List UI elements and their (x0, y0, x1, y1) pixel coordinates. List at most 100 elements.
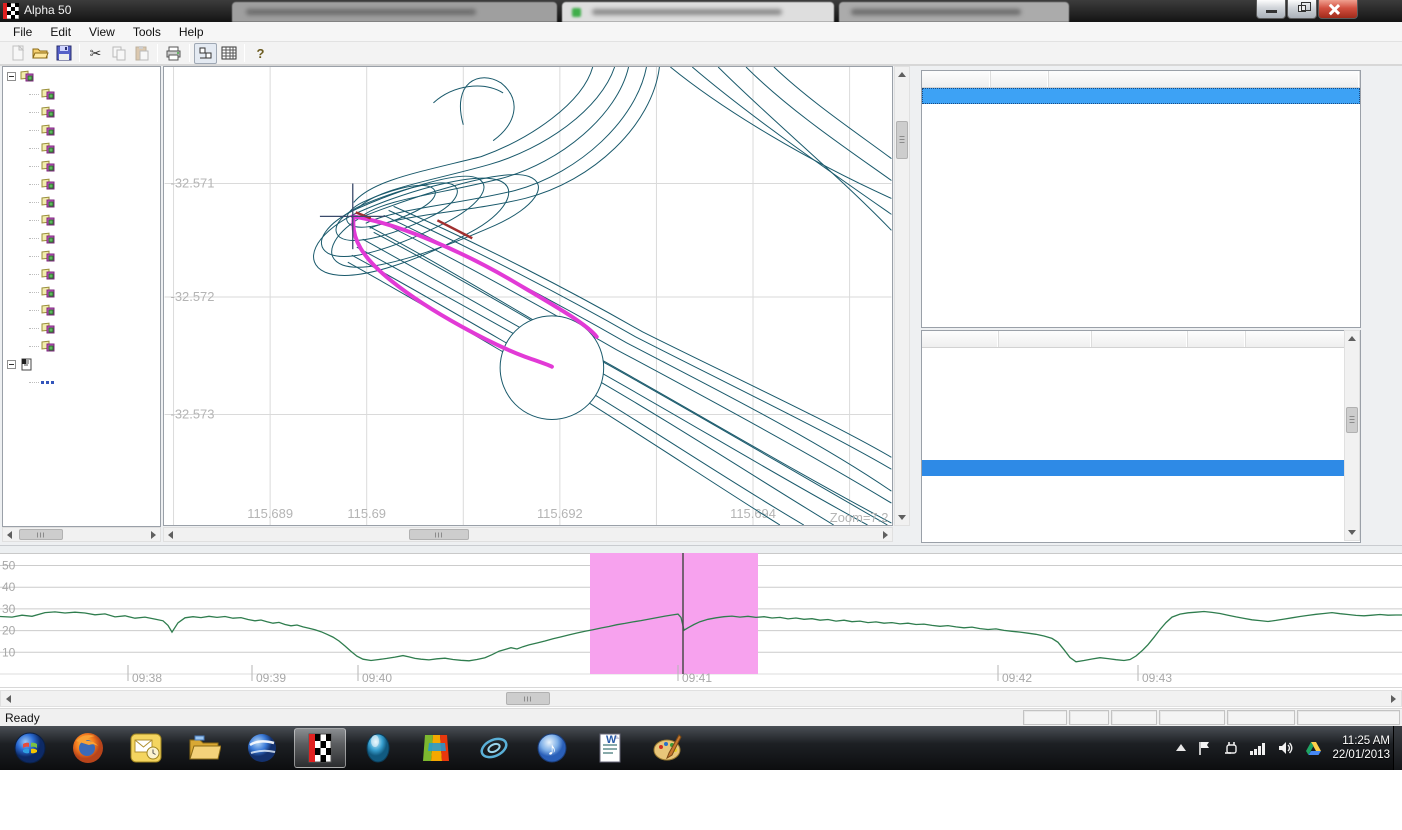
division-table-row-selected[interactable] (922, 88, 1360, 104)
network-signal-icon[interactable] (1249, 741, 1267, 755)
time-table-row[interactable] (922, 364, 1360, 380)
scroll-left-arrow[interactable] (168, 531, 173, 539)
time-table-row[interactable] (922, 428, 1360, 444)
tree-item-divisions[interactable] (3, 67, 160, 85)
table-vertical-scrollbar[interactable] (1344, 330, 1360, 541)
taskbar-icon-word[interactable]: W (584, 728, 636, 768)
menu-item-file[interactable]: File (4, 23, 41, 41)
minimize-button[interactable] (1256, 0, 1286, 19)
taskbar-icon-itunes[interactable]: ♪ (526, 728, 578, 768)
time-table-row[interactable] (922, 476, 1360, 492)
scroll-thumb[interactable] (896, 121, 908, 159)
taskbar-icon-outlook[interactable] (120, 728, 172, 768)
tree-item-5-x-10[interactable] (3, 103, 160, 121)
paste-button[interactable] (130, 43, 153, 64)
division-table-row[interactable] (922, 152, 1360, 168)
clock[interactable]: 11:25 AM 22/01/2013 (1332, 734, 1390, 762)
copy-button[interactable] (107, 43, 130, 64)
scroll-right-arrow[interactable] (1391, 695, 1396, 703)
selected-run-band[interactable] (590, 553, 758, 674)
tree-item-5-sec[interactable] (3, 229, 160, 247)
tree-item-10-sec[interactable] (3, 121, 160, 139)
time-table-row[interactable] (922, 412, 1360, 428)
speed-graph[interactable]: 102030405009:3809:3909:4009:4109:4209:43 (0, 553, 1402, 688)
taskbar-icon-explorer[interactable] (178, 728, 230, 768)
scroll-left-arrow[interactable] (7, 531, 12, 539)
taskbar-icon-nero[interactable] (468, 728, 520, 768)
scroll-right-arrow[interactable] (883, 531, 888, 539)
hidden-icons-button[interactable] (1175, 743, 1187, 753)
open-button[interactable] (29, 43, 52, 64)
division-table-row[interactable] (922, 136, 1360, 152)
time-table-column-header[interactable] (922, 331, 999, 347)
tree-item-1-sec[interactable] (3, 211, 160, 229)
print-button[interactable] (162, 43, 185, 64)
volume-icon[interactable] (1277, 740, 1295, 756)
tree-horizontal-scrollbar[interactable] (2, 527, 161, 542)
time-table-row[interactable] (922, 492, 1360, 508)
map-horizontal-scrollbar[interactable] (163, 527, 893, 542)
save-button[interactable] (52, 43, 75, 64)
cut-button[interactable]: ✂ (84, 43, 107, 64)
scroll-thumb[interactable] (19, 529, 63, 540)
menu-item-view[interactable]: View (80, 23, 124, 41)
scroll-right-arrow[interactable] (151, 531, 156, 539)
window-titlebar[interactable]: Alpha 50 (0, 0, 1402, 22)
time-table-row-selected[interactable] (922, 460, 1360, 476)
time-table-row[interactable] (922, 524, 1360, 540)
division-table-row[interactable] (922, 104, 1360, 120)
tree-item-alpha-50[interactable] (3, 157, 160, 175)
time-table-row[interactable] (922, 508, 1360, 524)
view-grid-button[interactable] (217, 43, 240, 64)
time-table-row[interactable] (922, 396, 1360, 412)
tree-item-1-hour[interactable] (3, 139, 160, 157)
time-table-column-header[interactable] (1092, 331, 1188, 347)
division-table-column-header[interactable] (922, 71, 991, 87)
tree-item-250-m[interactable] (3, 265, 160, 283)
new-button[interactable] (6, 43, 29, 64)
tree-item-nautical-mile[interactable] (3, 175, 160, 193)
scroll-up-arrow[interactable] (1348, 336, 1356, 341)
scroll-thumb[interactable] (506, 692, 550, 705)
time-table-row[interactable] (922, 444, 1360, 460)
tree-expander-minus[interactable] (7, 360, 16, 369)
tree-item-500-m[interactable] (3, 283, 160, 301)
time-table-column-header[interactable] (1188, 331, 1246, 347)
menu-item-help[interactable]: Help (170, 23, 213, 41)
power-plug-icon[interactable] (1223, 740, 1239, 756)
tree-item-alpha-55[interactable] (3, 301, 160, 319)
track-map-panel[interactable]: -32.571-32.572-32.573115.689115.69115.69… (163, 66, 893, 526)
scroll-thumb[interactable] (409, 529, 469, 540)
menu-item-tools[interactable]: Tools (124, 23, 170, 41)
time-table-row[interactable] (922, 380, 1360, 396)
scroll-up-arrow[interactable] (898, 72, 906, 77)
time-table-row[interactable] (922, 348, 1360, 364)
scroll-down-arrow[interactable] (1348, 530, 1356, 535)
taskbar-icon-firefox[interactable] (62, 728, 114, 768)
tree-item-100-m[interactable] (3, 247, 160, 265)
time-table-column-header[interactable] (999, 331, 1092, 347)
map-vertical-scrollbar[interactable] (894, 66, 910, 526)
division-table-row[interactable] (922, 120, 1360, 136)
tree-item-2-sec[interactable] (3, 85, 160, 103)
tree-expander-minus[interactable] (7, 72, 16, 81)
action-center-flag-icon[interactable] (1197, 740, 1213, 756)
taskbar-icon-speed-app[interactable] (294, 728, 346, 768)
tree-item-[interactable] (3, 193, 160, 211)
tree-item-alpha-65[interactable] (3, 337, 160, 355)
taskbar-icon-google-earth[interactable] (236, 728, 288, 768)
scroll-down-arrow[interactable] (898, 515, 906, 520)
taskbar-icon-blue-orb[interactable] (352, 728, 404, 768)
restore-button[interactable] (1287, 0, 1317, 19)
division-table-column-header[interactable] (991, 71, 1049, 87)
menu-item-edit[interactable]: Edit (41, 23, 80, 41)
close-button[interactable] (1318, 0, 1358, 19)
scroll-thumb[interactable] (1346, 407, 1358, 433)
view-panes-button[interactable] (194, 43, 217, 64)
taskbar-icon-paint[interactable] (642, 728, 694, 768)
help-button[interactable]: ? (249, 43, 272, 64)
horizontal-splitter[interactable] (0, 545, 1402, 553)
taskbar-icon-start-orb[interactable] (4, 728, 56, 768)
taskbar-icon-avg[interactable] (410, 728, 462, 768)
show-desktop-button[interactable] (1393, 726, 1402, 770)
